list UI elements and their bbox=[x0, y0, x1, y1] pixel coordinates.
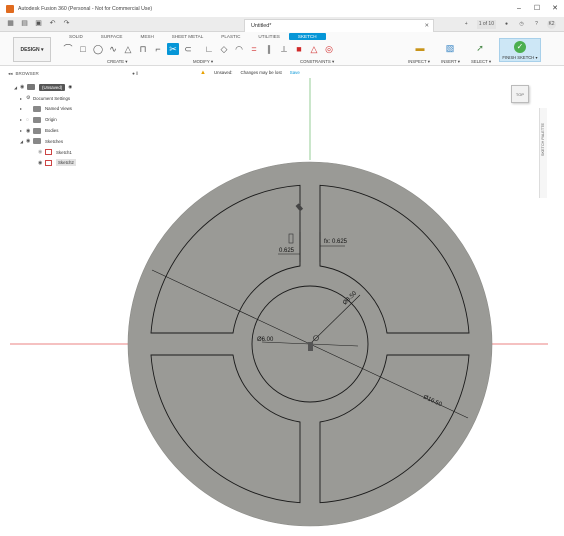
sketch-palette-tab[interactable]: SKETCH PALETTE bbox=[539, 108, 547, 198]
sketch-canvas[interactable]: 0.625 fx: 0.625 Ø6.00 Ø8.50 Ø16.50 bbox=[0, 0, 564, 536]
gap-dimension-left[interactable]: 0.625 bbox=[279, 248, 295, 254]
view-cube[interactable]: TOP bbox=[511, 85, 529, 103]
inner-diameter-label[interactable]: Ø6.00 bbox=[257, 337, 274, 343]
fusion-window: Autodesk Fusion 360 (Personal - Not for … bbox=[0, 0, 564, 536]
origin-point[interactable] bbox=[308, 342, 313, 351]
gap-dimension-right[interactable]: fx: 0.625 bbox=[324, 239, 348, 245]
sketch-palette-label: SKETCH PALETTE bbox=[541, 123, 545, 157]
